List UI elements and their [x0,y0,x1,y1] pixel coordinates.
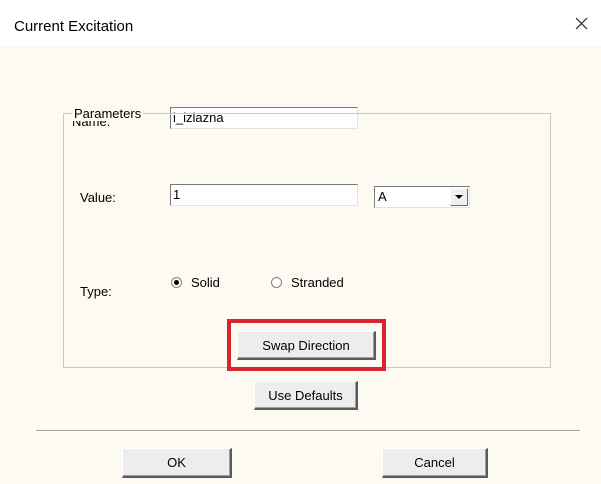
close-button[interactable] [570,12,594,36]
unit-dropdown[interactable]: A [374,186,470,208]
radio-checked-icon [171,277,182,288]
dialog-title: Current Excitation [14,18,134,35]
title-bar: Current Excitation [0,0,601,46]
cancel-button[interactable]: Cancel [382,448,488,478]
value-label: Value: [80,190,116,205]
close-icon [575,17,588,30]
chevron-down-icon[interactable] [450,188,468,206]
parameters-group [63,113,551,368]
ok-button[interactable]: OK [122,448,232,478]
use-defaults-button[interactable]: Use Defaults [254,381,358,410]
type-stranded-label: Stranded [291,275,344,290]
swap-direction-button[interactable]: Swap Direction [237,331,376,360]
type-stranded-radio[interactable]: Stranded [271,275,361,293]
parameters-group-label: Parameters [72,106,144,121]
value-field[interactable]: 1 [170,184,358,206]
type-solid-radio[interactable]: Solid [171,275,241,293]
separator [36,430,580,432]
type-label: Type: [80,284,112,299]
radio-unchecked-icon [271,277,282,288]
unit-selected-value: A [378,189,387,204]
type-solid-label: Solid [191,275,220,290]
